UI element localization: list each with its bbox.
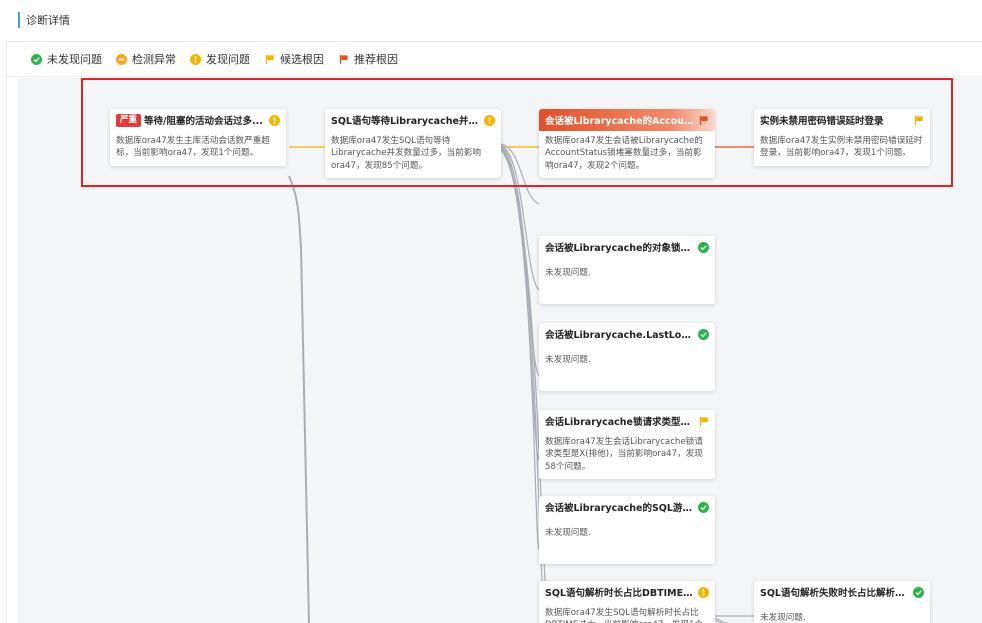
diagnosis-card-lock-type-x[interactable]: 会话Librarycache锁请求类型是X(... 数据库ora47发生会话Li… <box>539 410 715 480</box>
legend-item-candidate: 候选根因 <box>264 51 324 67</box>
legend-bar: 未发现问题 检测异常 发现问题 候选根因 推荐根因 <box>7 42 982 77</box>
exclamation-circle-icon <box>190 53 201 65</box>
diagnosis-card-parse-time-dbtime[interactable]: SQL语句解析时长占比DBTIME过大 数据库ora47发生SQL语句解析时长占… <box>539 581 715 623</box>
legend-item-problem: 发现问题 <box>190 51 250 67</box>
diagnosis-card-object-lock[interactable]: 会话被Librarycache的对象锁堵塞... 未发现问题. <box>539 236 715 304</box>
card-title: SQL语句解析失败时长占比解析时... <box>760 588 910 599</box>
legend-label: 发现问题 <box>206 53 250 66</box>
check-circle-icon <box>31 53 42 65</box>
diagnosis-page: 诊断详情 未发现问题 检测异常 发现问题 候选根因 推荐根因 严重 等待/阻塞的… <box>0 0 982 623</box>
flag-yellow-icon <box>264 54 275 65</box>
legend-label: 未发现问题 <box>47 53 102 66</box>
minus-circle-icon <box>116 53 127 65</box>
check-circle-icon <box>698 328 709 340</box>
flag-yellow-icon <box>698 416 709 427</box>
card-title: 会话被Librarycache.LastLogonTi... <box>545 330 695 341</box>
card-title: 会话被Librarycache的对象锁堵塞... <box>545 243 695 254</box>
legend-label: 检测异常 <box>132 53 176 66</box>
exclamation-circle-icon <box>698 586 709 598</box>
card-body: 未发现问题. <box>760 613 806 623</box>
card-title: 会话Librarycache锁请求类型是X(... <box>545 417 695 428</box>
legend-item-ok: 未发现问题 <box>31 51 102 67</box>
legend-item-error: 检测异常 <box>116 51 176 67</box>
highlight-annotation-box <box>81 78 953 187</box>
card-body: 未发现问题. <box>545 268 591 278</box>
check-circle-icon <box>913 586 924 598</box>
card-body: 未发现问题. <box>545 355 591 365</box>
flag-red-icon <box>338 54 349 65</box>
diagnosis-card-sql-cursor-lock[interactable]: 会话被Librarycache的SQL游标锁... 未发现问题. <box>539 496 715 564</box>
card-body: 数据库ora47发生SQL语句解析时长占比DBTIME过大，当前影响ora47，… <box>545 608 703 623</box>
card-title: 会话被Librarycache的SQL游标锁... <box>545 503 695 514</box>
diagnosis-card-parse-failure[interactable]: SQL语句解析失败时长占比解析时... 未发现问题. <box>754 581 930 623</box>
check-circle-icon <box>698 241 709 253</box>
legend-label: 候选根因 <box>280 53 324 66</box>
section-title: 诊断详情 <box>18 12 70 28</box>
diagnosis-card-lastlogon-lock[interactable]: 会话被Librarycache.LastLogonTi... 未发现问题. <box>539 323 715 391</box>
card-body: 数据库ora47发生会话Librarycache锁请求类型是X(排他)，当前影响… <box>545 437 703 472</box>
card-title: SQL语句解析时长占比DBTIME过大 <box>545 588 695 599</box>
check-circle-icon <box>698 501 709 513</box>
legend-label: 推荐根因 <box>354 53 398 66</box>
card-body: 未发现问题. <box>545 528 591 538</box>
legend-item-recommended: 推荐根因 <box>338 51 398 67</box>
